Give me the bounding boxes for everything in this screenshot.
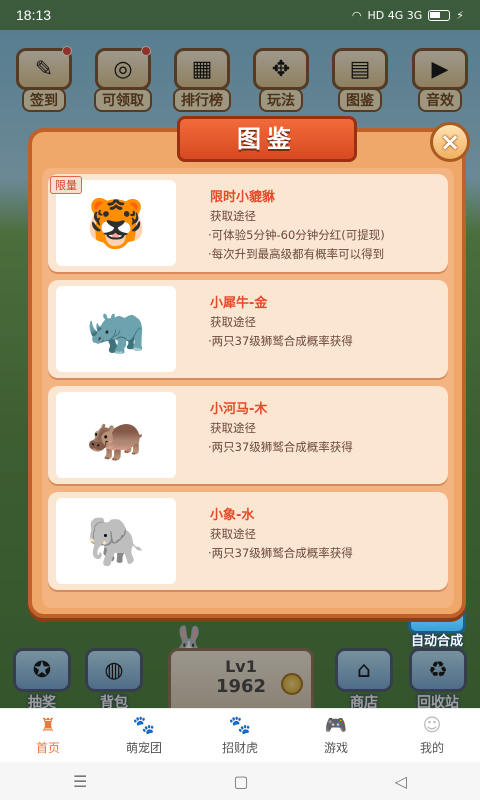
obtain-description: ·两只37级狮鹫合成概率获得 <box>208 544 353 563</box>
game-area: ✎ 签到 ◎ 可领取 ▦ 排行榜 ✥ 玩法 ▤ 图鉴 ▶ 音效 🐰 ✪ 抽奖 ◍ 背包 ⌂ 商店 ♻ 回收站 Lv1… <box>0 30 480 708</box>
obtain-heading: 获取途径 <box>210 421 256 435</box>
charging-icon: ⚡ <box>456 8 464 22</box>
pet-name: 小象-水 <box>210 508 255 523</box>
pet-name: 小犀牛-金 <box>210 296 268 311</box>
gamepad-icon: 🎮 <box>324 715 348 736</box>
nav-item-3[interactable]: 🎮 游戏 <box>288 709 384 762</box>
elephant-icon: 🐘 <box>56 498 176 584</box>
nav-item-2[interactable]: 🐾 招财虎 <box>192 709 288 762</box>
nav-item-4[interactable]: ☺ 我的 <box>384 709 480 762</box>
auto-merge-label: 自动合成 <box>410 634 463 649</box>
nav-label: 首页 <box>35 741 60 755</box>
clock: 18:13 <box>16 7 52 23</box>
wifi-icon: ◠ <box>351 8 362 22</box>
close-icon: × <box>439 128 461 156</box>
obtain-line: ·两只37级狮鹫合成概率获得 <box>208 546 353 560</box>
obtain-line: ·每次升到最高级都有概率可以得到 <box>208 247 385 261</box>
nav-label: 游戏 <box>323 741 348 755</box>
menu-icon[interactable]: ☰ <box>73 772 87 791</box>
obtain-heading: 获取途径 <box>210 315 256 329</box>
system-nav-bar: ☰ ▢ ◁ <box>0 762 480 800</box>
profile-icon: ☺ <box>422 715 442 736</box>
pet-name: 小河马-木 <box>210 402 268 417</box>
back-icon[interactable]: ◁ <box>395 772 407 791</box>
collection-dialog: 图鉴 × 🐯 限量 限时小貔貅 获取途径 ·可体验5分钟-60分钟分红(可提现) ·每次升… <box>28 116 470 618</box>
obtain-line: ·两只37级狮鹫合成概率获得 <box>208 334 353 348</box>
home-icon[interactable]: ▢ <box>233 772 248 791</box>
nav-label: 我的 <box>419 741 444 755</box>
paw-icon: 🐾 <box>132 715 156 736</box>
close-button[interactable]: × <box>430 122 470 162</box>
rhino-icon: 🦏 <box>56 286 176 372</box>
collection-card: 🐘 小象-水获取途径 ·两只37级狮鹫合成概率获得 <box>48 492 448 590</box>
paw-icon: 🐾 <box>228 715 252 736</box>
status-icons: ◠ HD 4G 3G ⚡ <box>352 9 464 22</box>
status-bar: 18:13 ◠ HD 4G 3G ⚡ <box>0 0 480 30</box>
battery-icon <box>428 9 451 21</box>
bottom-nav: ♜ 首页 🐾 萌宠团 🐾 招财虎 🎮 游戏 ☺ 我的 <box>0 708 480 762</box>
collection-card: 🦏 小犀牛-金获取途径 ·两只37级狮鹫合成概率获得 <box>48 280 448 378</box>
obtain-heading: 获取途径 <box>210 209 256 223</box>
obtain-description: ·两只37级狮鹫合成概率获得 <box>208 332 353 351</box>
dialog-title: 图鉴 <box>177 116 357 162</box>
obtain-heading: 获取途径 <box>210 527 256 541</box>
limited-badge: 限量 <box>50 176 82 194</box>
nav-item-0[interactable]: ♜ 首页 <box>0 709 96 762</box>
collection-card: 🐯 限量 限时小貔貅 获取途径 ·可体验5分钟-60分钟分红(可提现) ·每次升到最高级都… <box>48 174 448 272</box>
collection-list[interactable]: 🐯 限量 限时小貔貅 获取途径 ·可体验5分钟-60分钟分红(可提现) ·每次升到最高级都… <box>42 168 454 608</box>
obtain-description: ·两只37级狮鹫合成概率获得 <box>208 438 353 457</box>
hippo-icon: 🦛 <box>56 392 176 478</box>
nav-label: 萌宠团 <box>125 741 162 755</box>
nav-item-1[interactable]: 🐾 萌宠团 <box>96 709 192 762</box>
signal-icons: HD 4G 3G <box>367 8 423 22</box>
pet-name: 限时小貔貅 <box>210 190 276 205</box>
nav-label: 招财虎 <box>221 741 258 755</box>
collection-card: 🦛 小河马-木获取途径 ·两只37级狮鹫合成概率获得 <box>48 386 448 484</box>
obtain-description: ·可体验5分钟-60分钟分红(可提现) ·每次升到最高级都有概率可以得到 <box>208 226 385 264</box>
obtain-line: ·可体验5分钟-60分钟分红(可提现) <box>208 228 385 242</box>
castle-icon: ♜ <box>39 715 57 736</box>
obtain-line: ·两只37级狮鹫合成概率获得 <box>208 440 353 454</box>
